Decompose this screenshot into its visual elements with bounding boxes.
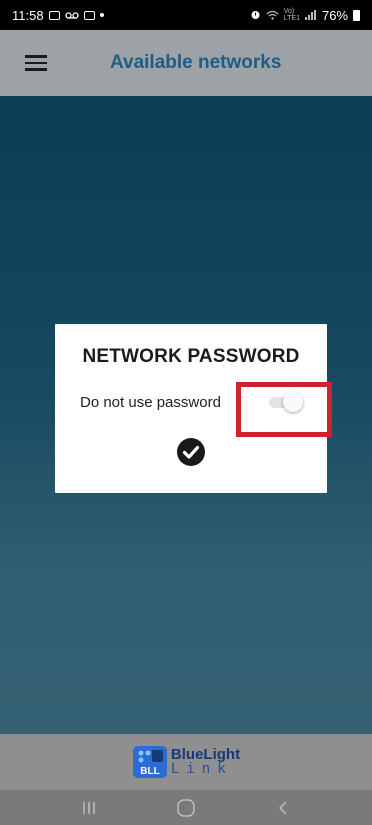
alarm-icon <box>250 8 261 23</box>
check-circle-icon[interactable] <box>176 437 206 467</box>
svg-text:BLL: BLL <box>140 766 159 777</box>
recent-apps-icon[interactable] <box>69 793 109 823</box>
logo-name: BlueLight <box>170 746 241 763</box>
bluelight-logo: BLL BlueLight Link <box>132 744 240 780</box>
back-icon[interactable] <box>263 793 303 823</box>
app-bar: Available networks <box>0 30 372 96</box>
photo-icon <box>48 10 60 20</box>
battery-icon <box>353 9 360 21</box>
dot-icon <box>99 13 104 17</box>
volte-icon: Vo) LTE1 <box>283 8 300 22</box>
status-right: Vo) LTE1 76% <box>250 8 360 23</box>
footer: BLL BlueLight Link <box>0 734 372 790</box>
no-password-label: Do not use password <box>80 394 221 411</box>
page-title: Available networks <box>110 52 282 73</box>
signal-icon <box>304 8 317 23</box>
system-nav-bar <box>0 790 372 825</box>
logo-sub: Link <box>170 761 233 777</box>
status-bar: 11:58 Vo) LTE1 76% <box>0 0 372 30</box>
home-icon[interactable] <box>166 793 206 823</box>
bll-logo-icon: BLL <box>132 744 168 780</box>
voicemail-icon <box>64 8 79 23</box>
battery-percent: 76% <box>321 7 348 23</box>
status-left: 11:58 <box>12 8 104 23</box>
mail-icon <box>83 10 95 20</box>
highlight-box <box>236 382 332 437</box>
wifi-icon <box>266 8 279 23</box>
dialog-title: NETWORK PASSWORD <box>82 346 300 367</box>
hamburger-menu-icon[interactable] <box>0 30 72 96</box>
status-time: 11:58 <box>12 7 44 23</box>
logo-text: BlueLight Link <box>171 747 240 777</box>
